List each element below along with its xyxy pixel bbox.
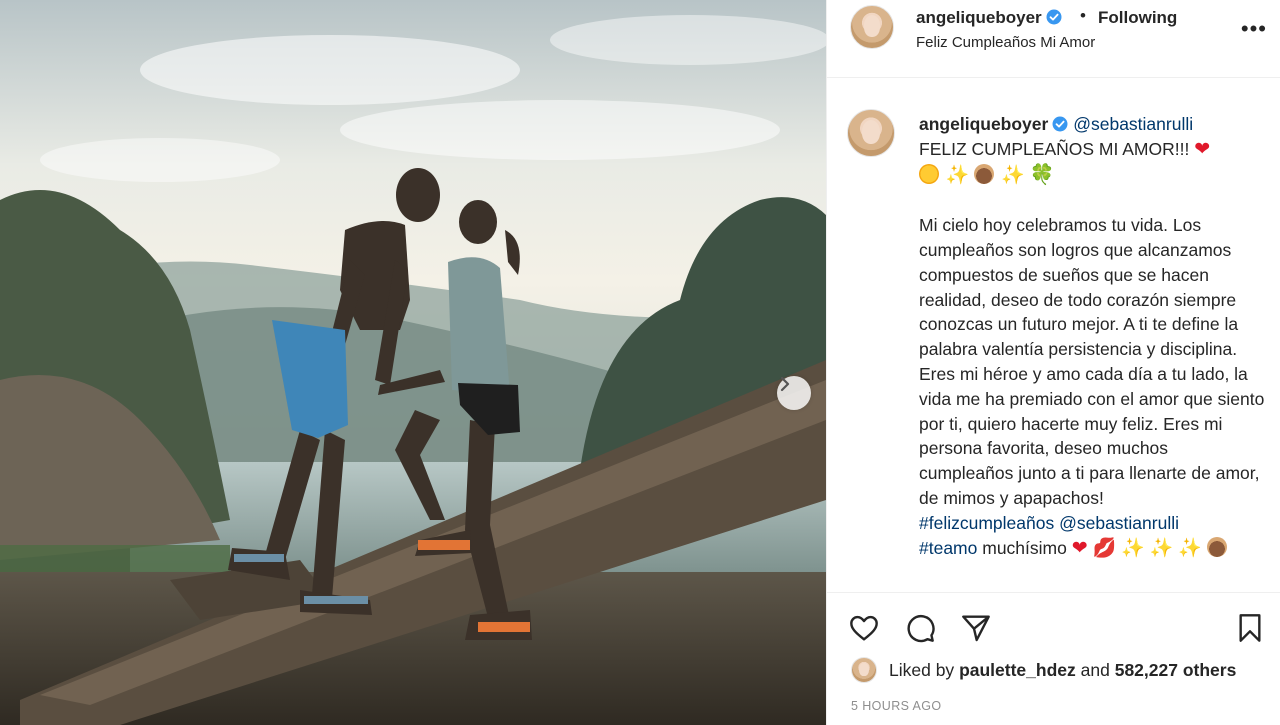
post-timestamp[interactable]: 5 HOURS AGO	[851, 699, 942, 713]
post-photo[interactable]	[0, 0, 826, 725]
header-separator: •	[1080, 6, 1086, 25]
red-heart-emoji: ❤	[1071, 537, 1088, 559]
post-actions: Liked by paulette_hdez and 582,227 other…	[827, 592, 1280, 725]
author-username-link[interactable]: angeliqueboyer	[916, 8, 1062, 28]
post-side-panel: angeliqueboyer • Following Feliz Cumplea…	[826, 0, 1280, 725]
sparkles-emoji: ✨	[1121, 537, 1145, 559]
smiling-face-emoji	[919, 163, 939, 184]
hashtag-link[interactable]: #felizcumpleaños	[919, 513, 1054, 533]
heart-outline-icon	[850, 615, 878, 641]
liker-avatar[interactable]	[851, 657, 877, 683]
following-button[interactable]: Following	[1098, 8, 1177, 28]
caption-trailing-text: muchísimo	[982, 537, 1067, 558]
likes-middle: and	[1080, 659, 1110, 680]
more-options-button[interactable]: •••	[1241, 18, 1267, 40]
cake-emoji	[1206, 536, 1227, 557]
cake-emoji	[974, 163, 995, 184]
sparkles-emoji: ✨	[1001, 164, 1025, 186]
caption-mention-link[interactable]: @sebastianrulli	[1073, 114, 1193, 134]
kiss-mark-emoji: 💋	[1092, 537, 1117, 559]
caption-mention-link[interactable]: @sebastianrulli	[1059, 513, 1179, 533]
speech-bubble-icon	[907, 614, 935, 643]
verified-badge-icon	[1052, 116, 1068, 132]
post-location-link[interactable]: Feliz Cumpleaños Mi Amor	[916, 34, 1095, 51]
bookmark-icon	[1239, 614, 1261, 642]
clover-emoji: 🍀	[1029, 163, 1055, 186]
verified-badge-icon	[1046, 9, 1062, 25]
photo-scene	[0, 0, 826, 725]
like-button[interactable]	[847, 611, 881, 645]
sparkles-emoji: ✨	[945, 164, 970, 186]
caption-headline: FELIZ CUMPLEAÑOS MI AMOR!!!	[919, 138, 1190, 159]
likes-prefix: Liked by	[889, 659, 955, 680]
likes-count-link[interactable]: 582,227 others	[1115, 660, 1237, 681]
carousel-next-button[interactable]	[777, 376, 811, 410]
chevron-right-icon	[780, 376, 790, 392]
hashtag-link[interactable]: #teamo	[919, 538, 977, 558]
likes-summary: Liked by paulette_hdez and 582,227 other…	[851, 657, 1236, 683]
caption-text: angeliqueboyer @sebastianrulli FELIZ CUM…	[919, 112, 1265, 561]
save-button[interactable]	[1233, 611, 1267, 645]
caption-body: Mi cielo hoy celebramos tu vida. Los cum…	[919, 215, 1265, 508]
paper-plane-icon	[962, 615, 990, 642]
author-username[interactable]: angeliqueboyer	[916, 8, 1042, 27]
liker-username-link[interactable]: paulette_hdez	[959, 660, 1076, 681]
comment-button[interactable]	[903, 611, 937, 645]
red-heart-emoji: ❤	[1194, 138, 1211, 160]
author-avatar[interactable]	[850, 5, 894, 49]
post-header: angeliqueboyer • Following Feliz Cumplea…	[827, 0, 1280, 78]
share-button[interactable]	[959, 611, 993, 645]
caption-username[interactable]: angeliqueboyer	[919, 114, 1048, 134]
caption-author-avatar[interactable]	[847, 109, 895, 157]
sparkles-emoji: ✨	[1149, 537, 1174, 559]
sparkles-emoji: ✨	[1178, 537, 1202, 559]
post-caption: angeliqueboyer @sebastianrulli FELIZ CUM…	[847, 106, 1271, 592]
